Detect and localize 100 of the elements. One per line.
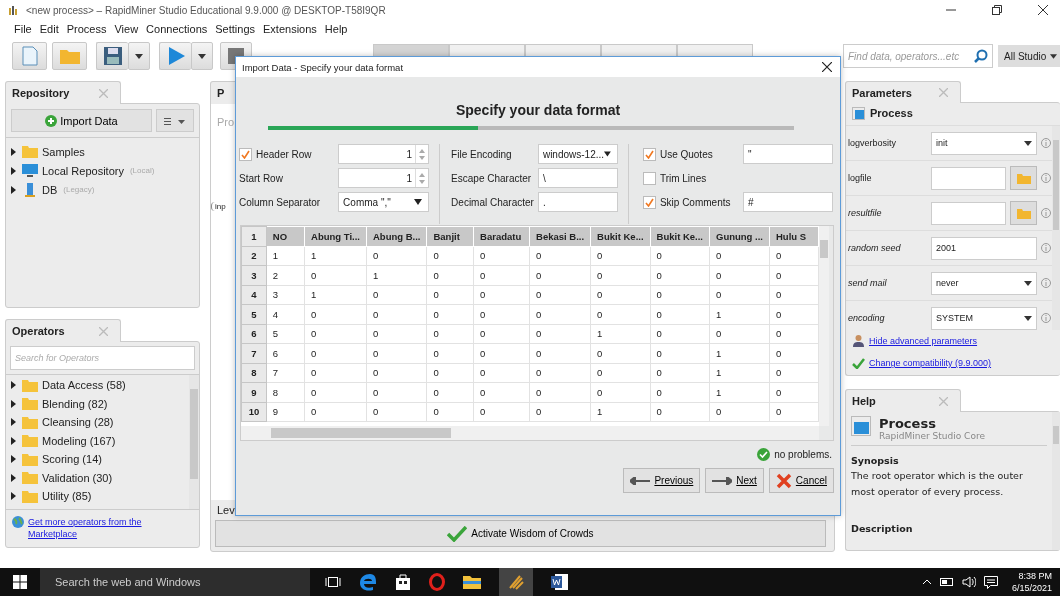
panel-title: Repository (12, 87, 70, 99)
table-cell: 0 (426, 304, 474, 324)
table-cell: 1 (304, 285, 367, 305)
field-label: File Encoding (451, 148, 512, 160)
table-cell: 0 (426, 285, 474, 305)
window-title: <new process> – RapidMiner Studio Educational 9.9.000 @ DESKTOP-T58I9QR (26, 4, 386, 16)
field-label: Start Row (239, 172, 283, 184)
table-cell: 7 (266, 363, 305, 383)
table-cell: 0 (529, 402, 591, 422)
table-cell: 0 (426, 265, 474, 285)
table-cell: 0 (769, 285, 819, 305)
section-heading: Synopsis (851, 455, 900, 466)
dialog-heading: Specify your data format (454, 102, 622, 118)
table-cell: 0 (709, 285, 770, 305)
table-cell: 0 (473, 363, 530, 383)
field-label: Header Row (256, 148, 312, 160)
table-cell: 1 (709, 343, 770, 363)
dialog-title: Import Data - Specify your data format (242, 61, 404, 73)
parameter-label: send mail (848, 278, 888, 288)
table-cell: 0 (529, 265, 591, 285)
taskbar-date: 6/15/2021 (1011, 582, 1052, 594)
parameter-label: logverbosity (848, 138, 898, 148)
table-cell: 0 (590, 382, 651, 402)
table-cell: 9 (266, 402, 305, 422)
table-cell: 0 (709, 246, 770, 266)
table-cell: 0 (473, 343, 530, 363)
table-cell: 0 (709, 265, 770, 285)
table-cell: 1 (709, 304, 770, 324)
field-label: Trim Lines (659, 172, 707, 184)
field-label: Decimal Character (451, 196, 534, 208)
table-cell: 0 (650, 246, 710, 266)
table-cell: 0 (769, 304, 819, 324)
table-cell: 1 (366, 265, 427, 285)
table-cell: 0 (304, 324, 367, 344)
table-cell: 0 (366, 343, 427, 363)
table-cell: 0 (590, 304, 651, 324)
table-cell: 0 (769, 324, 819, 344)
table-cell: 0 (473, 285, 530, 305)
table-cell: 0 (473, 382, 530, 402)
parameter-label: logfile (848, 173, 873, 183)
input-port: inp (211, 202, 226, 211)
table-cell: 0 (426, 324, 474, 344)
panel-title: Operators (12, 325, 65, 337)
table-cell: 1 (590, 402, 651, 422)
table-cell: 0 (366, 304, 427, 324)
table-cell: 1 (266, 246, 305, 266)
table-cell: 0 (366, 285, 427, 305)
table-cell: 0 (650, 382, 710, 402)
table-cell: 0 (366, 402, 427, 422)
table-cell: 0 (304, 343, 367, 363)
table-cell: 0 (304, 402, 367, 422)
table-cell: 0 (709, 402, 770, 422)
table-cell: 0 (529, 285, 591, 305)
table-cell: 0 (304, 382, 367, 402)
table-cell: 0 (590, 246, 651, 266)
table-cell: 5 (266, 324, 305, 344)
table-cell: 0 (590, 343, 651, 363)
footer-label: Lev (216, 503, 236, 518)
table-cell: 0 (426, 382, 474, 402)
field-label: Column Separator (239, 196, 321, 208)
table-cell: 0 (304, 304, 367, 324)
table-cell: 0 (769, 363, 819, 383)
table-cell: 0 (769, 402, 819, 422)
table-cell: 0 (426, 402, 474, 422)
table-cell: 6 (266, 343, 305, 363)
table-cell: 0 (650, 285, 710, 305)
table-cell: 0 (366, 382, 427, 402)
panel-title: Parameters (852, 86, 912, 99)
table-cell: 0 (650, 265, 710, 285)
table-cell: 1 (709, 382, 770, 402)
table-cell: 0 (650, 324, 710, 344)
table-cell: 0 (590, 363, 651, 383)
table-cell: 0 (529, 304, 591, 324)
breadcrumb: Pro (217, 116, 235, 128)
field-label: Skip Comments (659, 196, 731, 208)
table-cell: 0 (366, 363, 427, 383)
table-cell: 0 (366, 246, 427, 266)
help-subtitle: RapidMiner Studio Core (879, 431, 985, 441)
table-cell: 0 (590, 285, 651, 305)
table-cell: 0 (473, 324, 530, 344)
field-label: Use Quotes (659, 148, 713, 160)
table-cell: 0 (529, 363, 591, 383)
table-cell: 1 (304, 246, 367, 266)
help-title: Process (879, 416, 937, 431)
table-cell: 2 (266, 265, 305, 285)
parameter-label: random seed (848, 243, 902, 253)
table-cell: 0 (304, 265, 367, 285)
panel-title: P (217, 87, 225, 99)
status-text: no problems. (774, 449, 832, 460)
table-cell: 0 (769, 343, 819, 363)
table-cell: 0 (529, 382, 591, 402)
table-cell: 0 (650, 363, 710, 383)
table-cell: 0 (769, 265, 819, 285)
field-label: Escape Character (451, 172, 532, 184)
table-cell: 0 (769, 382, 819, 402)
table-cell: 0 (650, 402, 710, 422)
table-cell: 0 (529, 324, 591, 344)
repository-type-label: (Legacy) (63, 185, 95, 194)
table-cell: 3 (266, 285, 305, 305)
table-cell: 0 (473, 246, 530, 266)
